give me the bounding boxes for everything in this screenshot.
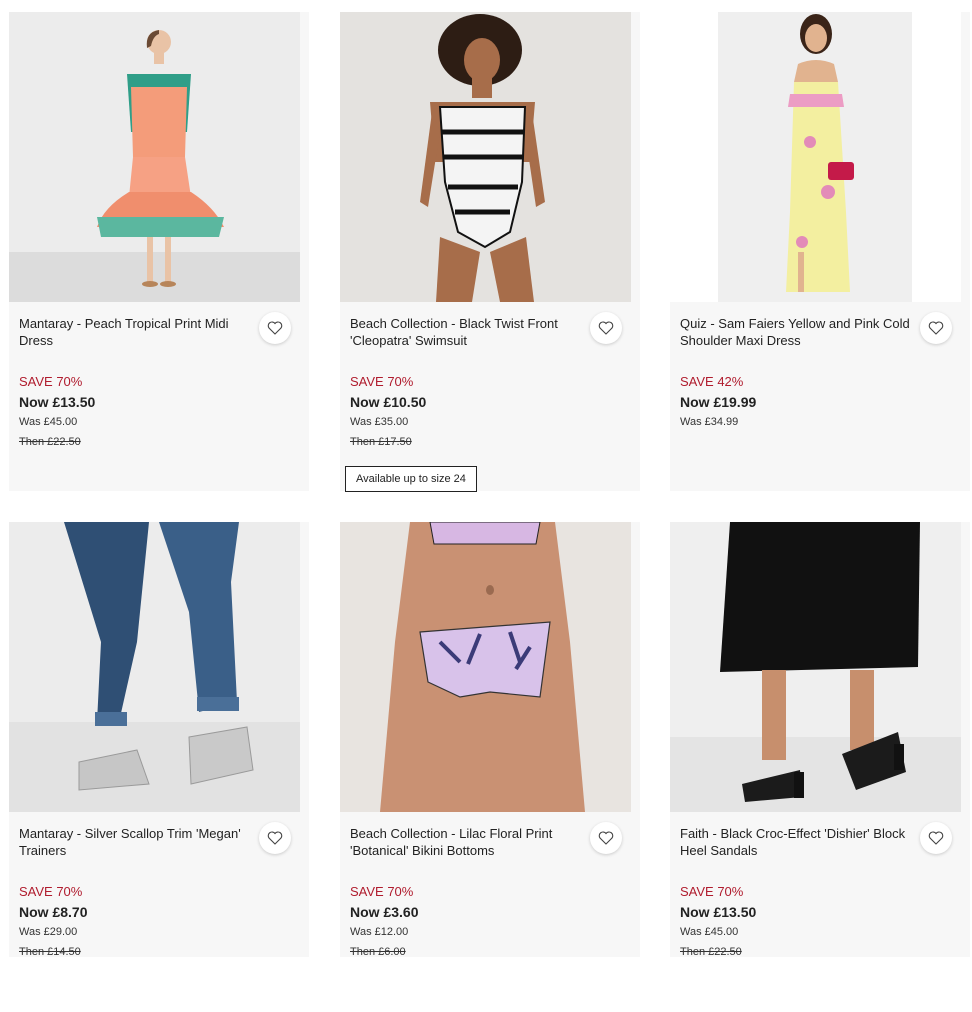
heart-outline-icon: [267, 321, 283, 335]
then-price: Then £14.50: [19, 946, 81, 958]
then-price: Then £22.50: [680, 946, 742, 958]
product-image[interactable]: [670, 522, 961, 812]
heart-outline-icon: [267, 831, 283, 845]
current-price: Now £3.60: [350, 904, 419, 920]
product-title[interactable]: Beach Collection - Black Twist Front 'Cl…: [350, 315, 585, 349]
wishlist-button[interactable]: [590, 312, 622, 344]
product-image[interactable]: [340, 12, 631, 302]
wishlist-button[interactable]: [590, 822, 622, 854]
product-title[interactable]: Beach Collection - Lilac Floral Print 'B…: [350, 825, 585, 859]
wishlist-button[interactable]: [920, 822, 952, 854]
product-image[interactable]: [9, 522, 300, 812]
then-price: Then £17.50: [350, 436, 412, 448]
current-price: Now £19.99: [680, 394, 757, 410]
heart-outline-icon: [928, 321, 944, 335]
wishlist-button[interactable]: [920, 312, 952, 344]
size-availability-badge: Available up to size 24: [345, 466, 477, 492]
product-title[interactable]: Faith - Black Croc-Effect 'Dishier' Bloc…: [680, 825, 915, 859]
current-price: Now £13.50: [680, 904, 757, 920]
discount-label: SAVE 42%: [680, 374, 744, 389]
product-card[interactable]: Mantaray - Silver Scallop Trim 'Megan' T…: [9, 522, 309, 958]
product-title[interactable]: Mantaray - Peach Tropical Print Midi Dre…: [19, 315, 254, 349]
product-image[interactable]: [670, 12, 961, 302]
discount-label: SAVE 70%: [19, 374, 83, 389]
discount-label: SAVE 70%: [350, 374, 414, 389]
product-card[interactable]: Faith - Black Croc-Effect 'Dishier' Bloc…: [670, 522, 970, 958]
wishlist-button[interactable]: [259, 312, 291, 344]
current-price: Now £10.50: [350, 394, 427, 410]
was-price: Was £12.00: [350, 926, 409, 938]
heart-outline-icon: [598, 831, 614, 845]
product-image[interactable]: [340, 522, 631, 812]
then-price: Then £6.00: [350, 946, 406, 958]
was-price: Was £29.00: [19, 926, 78, 938]
current-price: Now £13.50: [19, 394, 96, 410]
discount-label: SAVE 70%: [680, 884, 744, 899]
product-title[interactable]: Mantaray - Silver Scallop Trim 'Megan' T…: [19, 825, 254, 859]
product-card[interactable]: Mantaray - Peach Tropical Print Midi Dre…: [9, 12, 309, 491]
product-card[interactable]: Quiz - Sam Faiers Yellow and Pink Cold S…: [670, 12, 970, 491]
heart-outline-icon: [598, 321, 614, 335]
wishlist-button[interactable]: [259, 822, 291, 854]
product-card[interactable]: Beach Collection - Lilac Floral Print 'B…: [340, 522, 640, 958]
product-image[interactable]: [9, 12, 300, 302]
discount-label: SAVE 70%: [350, 884, 414, 899]
was-price: Was £35.00: [350, 416, 409, 428]
was-price: Was £34.99: [680, 416, 739, 428]
discount-label: SAVE 70%: [19, 884, 83, 899]
then-price: Then £22.50: [19, 436, 81, 448]
heart-outline-icon: [928, 831, 944, 845]
current-price: Now £8.70: [19, 904, 88, 920]
product-title[interactable]: Quiz - Sam Faiers Yellow and Pink Cold S…: [680, 315, 915, 349]
was-price: Was £45.00: [680, 926, 739, 938]
was-price: Was £45.00: [19, 416, 78, 428]
product-card[interactable]: Beach Collection - Black Twist Front 'Cl…: [340, 12, 640, 492]
